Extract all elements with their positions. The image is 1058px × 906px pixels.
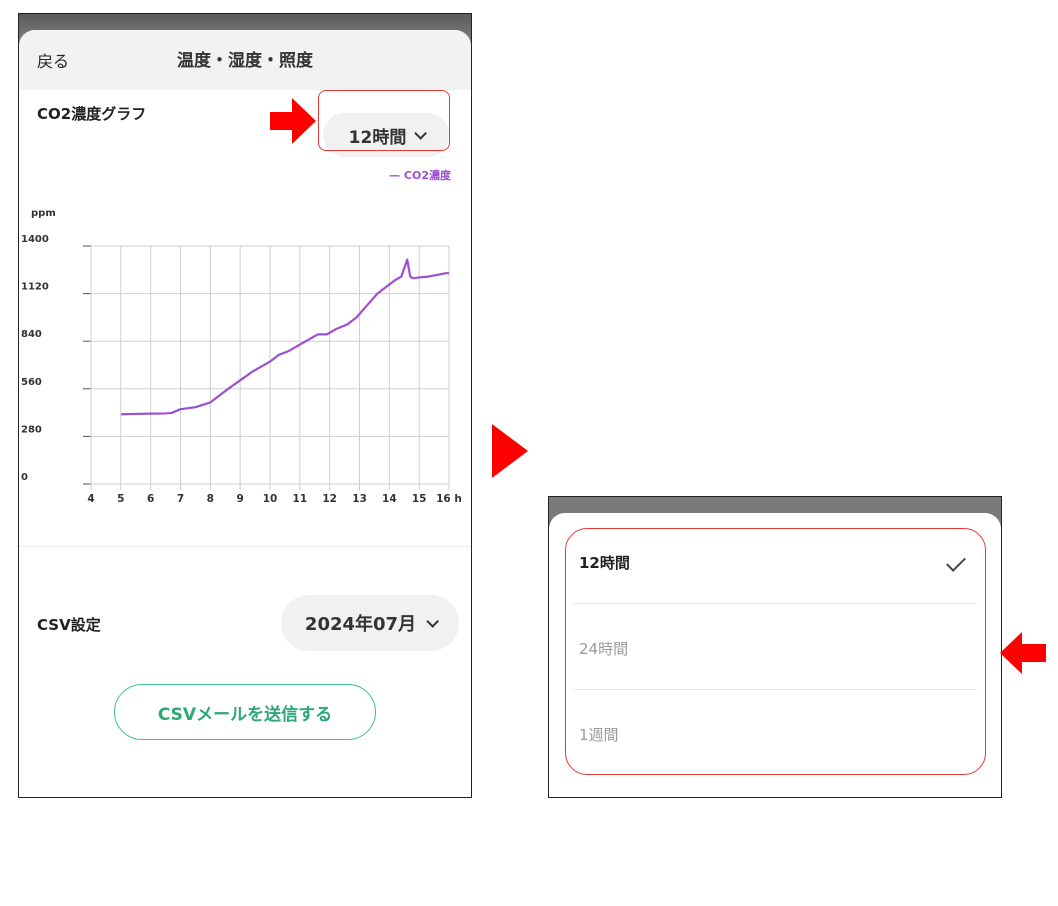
x-tick-label: 16 h (436, 493, 462, 505)
x-tick-label: 8 (207, 493, 214, 505)
sheet-header: 戻る 温度・湿度・照度 (19, 30, 471, 90)
range-dropdown-button[interactable]: 12時間 (323, 113, 449, 157)
option-label: 12時間 (579, 553, 630, 572)
x-tick-label: 12 (322, 493, 337, 505)
option-1week[interactable]: 1週間 (549, 691, 1001, 777)
check-icon (946, 552, 966, 572)
options-sheet: 12時間 24時間 1週間 (549, 513, 1001, 797)
x-tick-label: 11 (293, 493, 308, 505)
y-tick-label: 840 (21, 329, 42, 340)
y-tick-label: 560 (21, 377, 42, 388)
option-24h[interactable]: 24時間 (549, 605, 1001, 691)
y-axis-label: ppm (31, 208, 56, 219)
csv-settings-label: CSV設定 (37, 616, 101, 634)
option-12h[interactable]: 12時間 (549, 519, 1001, 605)
send-csv-mail-button[interactable]: CSVメールを送信する (114, 684, 376, 740)
chevron-down-icon (426, 614, 440, 628)
phone-screen-graph: 戻る 温度・湿度・照度 CO2濃度グラフ 12時間 — CO2濃度 ppm 0 28… (18, 13, 472, 798)
y-tick-label: 0 (21, 472, 28, 483)
page-title: 温度・湿度・照度 (177, 51, 313, 71)
option-label: 1週間 (579, 725, 619, 744)
x-tick-label: 15 (412, 493, 427, 505)
x-tick-label: 13 (352, 493, 367, 505)
x-tick-label: 6 (147, 493, 154, 505)
range-dropdown-label: 12時間 (348, 127, 407, 148)
red-arrow-left-icon (1000, 632, 1046, 674)
chart-legend: — CO2濃度 (389, 169, 451, 182)
x-tick-label: 7 (177, 493, 184, 505)
divider (19, 546, 471, 547)
x-tick-label: 14 (382, 493, 397, 505)
chevron-down-icon (414, 126, 428, 140)
x-tick-label: 10 (263, 493, 278, 505)
y-tick-label: 280 (21, 424, 42, 435)
triangle-right-icon (492, 424, 528, 478)
x-tick-label: 5 (117, 493, 124, 505)
phone-screen-options: 12時間 24時間 1週間 (548, 496, 1002, 798)
month-dropdown-label: 2024年07月 (304, 614, 417, 635)
option-label: 24時間 (579, 639, 629, 658)
series-line (120, 258, 449, 416)
divider (573, 603, 977, 604)
red-arrow-right-icon (270, 98, 316, 144)
divider (573, 689, 977, 690)
co2-line-chart: ppm 0 280 560 840 1120 1400 4 5 6 7 8 9 10 11 12 13 14 15 1… (21, 208, 462, 505)
y-tick-label: 1120 (21, 282, 49, 293)
y-tick-label: 1400 (21, 234, 49, 245)
month-dropdown-button[interactable]: 2024年07月 (281, 595, 459, 651)
x-tick-label: 9 (237, 493, 244, 505)
graph-label: CO2濃度グラフ (37, 105, 147, 123)
graph-sheet: 戻る 温度・湿度・照度 CO2濃度グラフ 12時間 — CO2濃度 ppm 0 28… (19, 30, 471, 797)
x-tick-label: 4 (87, 493, 94, 505)
